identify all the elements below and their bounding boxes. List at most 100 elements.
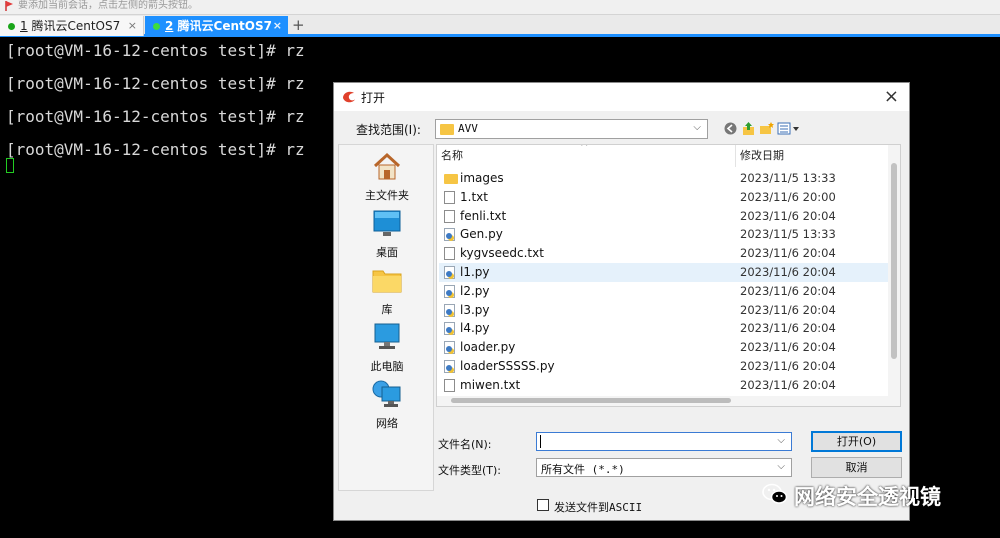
column-header-name[interactable]: 名称 <box>441 145 463 167</box>
view-menu-icon[interactable] <box>777 121 801 136</box>
file-name: images <box>460 171 504 185</box>
new-folder-icon[interactable] <box>759 121 774 136</box>
scrollbar-thumb[interactable] <box>451 398 731 403</box>
file-name: fenli.txt <box>460 208 507 223</box>
sort-ascending-icon: ^ <box>580 144 589 153</box>
file-name-input[interactable]: ⌵ <box>536 432 792 451</box>
file-modified-date: 2023/11/6 20:04 <box>740 340 836 355</box>
app-logo-icon <box>343 91 355 103</box>
file-modified-date: 2023/11/5 13:33 <box>740 227 836 242</box>
file-modified-date: 2023/11/5 13:33 <box>740 171 836 185</box>
file-type-value: 所有文件 (*.*) <box>541 463 625 476</box>
connected-status-icon <box>8 23 15 30</box>
place-desktop[interactable]: 桌面 <box>339 208 435 260</box>
navigation-toolbar <box>723 121 803 137</box>
file-row[interactable]: Gen.py 2023/11/5 13:33 <box>439 225 889 244</box>
column-header-date[interactable]: 修改日期 <box>740 145 784 167</box>
text-file-icon <box>444 378 455 392</box>
add-tab-button[interactable]: + <box>292 15 305 35</box>
cancel-button[interactable]: 取消 <box>811 457 902 478</box>
place-home[interactable]: 主文件夹 <box>339 151 435 203</box>
file-row[interactable]: loaderSSSSS.py 2023/11/6 20:04 <box>439 357 889 376</box>
tab-session-1[interactable]: 1 腾讯云CentOS7 × <box>0 16 144 36</box>
tab-label: 腾讯云CentOS7 <box>27 19 121 33</box>
file-modified-date: 2023/11/6 20:04 <box>740 283 836 298</box>
scrollbar-thumb[interactable] <box>891 163 897 359</box>
terminal-line: [root@VM-16-12-centos test]# rz <box>6 140 305 159</box>
watermark-text: 网络安全透视镜 <box>794 485 941 509</box>
tab-label: 腾讯云CentOS7 <box>173 19 272 33</box>
close-tab-icon[interactable]: × <box>273 16 282 36</box>
wechat-logo-icon <box>762 483 788 504</box>
text-file-icon <box>444 209 455 223</box>
folder-icon <box>440 124 454 135</box>
python-file-icon <box>444 266 455 279</box>
file-name: miwen.txt <box>460 377 521 392</box>
file-row[interactable]: l4.py 2023/11/6 20:04 <box>439 319 889 338</box>
file-row[interactable]: images 2023/11/5 13:33 <box>439 169 889 188</box>
place-label: 桌面 <box>376 246 398 259</box>
file-modified-date: 2023/11/6 20:04 <box>740 265 836 279</box>
look-in-dropdown[interactable]: AVV ⌵ <box>435 119 708 139</box>
look-in-label: 查找范围(I): <box>356 123 421 137</box>
home-icon <box>373 152 401 180</box>
file-modified-date: 2023/11/6 20:04 <box>740 359 836 373</box>
file-row[interactable]: l3.py 2023/11/6 20:04 <box>439 301 889 320</box>
chevron-down-icon[interactable]: ⌵ <box>777 435 785 446</box>
close-dialog-button[interactable]: × <box>884 86 899 107</box>
file-row[interactable]: miwen.txt 2023/11/6 20:04 <box>439 376 889 395</box>
place-network[interactable]: 网络 <box>339 379 435 431</box>
file-type-dropdown[interactable]: 所有文件 (*.*) ⌵ <box>536 458 792 477</box>
file-row[interactable]: loader.py 2023/11/6 20:04 <box>439 338 889 357</box>
file-modified-date: 2023/11/6 20:04 <box>740 246 836 261</box>
file-type-label: 文件类型(T): <box>438 464 502 477</box>
close-tab-icon[interactable]: × <box>128 16 137 36</box>
file-row[interactable]: l2.py 2023/11/6 20:04 <box>439 282 889 301</box>
text-file-icon <box>444 190 455 204</box>
file-modified-date: 2023/11/6 20:04 <box>740 208 836 223</box>
file-name-label: 文件名(N): <box>438 438 492 451</box>
session-tab-bar: 1 腾讯云CentOS7 × 2 腾讯云CentOS7 × + <box>0 15 1000 37</box>
file-row[interactable]: 1.txt 2023/11/6 20:00 <box>439 188 889 207</box>
place-label: 此电脑 <box>370 360 404 373</box>
column-separator[interactable] <box>735 145 736 167</box>
python-file-icon <box>444 284 455 298</box>
python-file-icon <box>444 303 455 317</box>
up-folder-icon[interactable] <box>741 121 756 136</box>
file-modified-date: 2023/11/6 20:04 <box>740 302 836 317</box>
library-icon <box>372 270 402 293</box>
computer-icon <box>374 323 400 349</box>
python-file-icon <box>444 360 455 373</box>
network-icon <box>372 380 401 407</box>
file-name: loaderSSSSS.py <box>460 359 555 373</box>
hint-bar: 要添加当前会话，点击左侧的箭头按钮。 <box>0 0 1000 15</box>
file-row[interactable]: fenli.txt 2023/11/6 20:04 <box>439 207 889 226</box>
open-button[interactable]: 打开(O) <box>811 431 902 452</box>
terminal-line: [root@VM-16-12-centos test]# rz <box>6 107 305 126</box>
horizontal-scrollbar[interactable] <box>437 396 890 406</box>
vertical-scrollbar[interactable] <box>888 145 900 406</box>
connected-status-icon <box>153 23 160 30</box>
place-label: 网络 <box>376 417 398 430</box>
file-row[interactable]: l1.py 2023/11/6 20:04 <box>439 263 889 282</box>
open-file-dialog: 打开 × 查找范围(I): AVV ⌵ 主文件夹 桌面 库 此电脑 网络 ^ 名… <box>333 82 910 521</box>
file-name: l3.py <box>460 302 490 317</box>
tab-number: 1 <box>20 19 28 33</box>
file-list[interactable]: ^ 名称 修改日期 images 2023/11/5 13:33 1.txt 2023… <box>436 144 901 407</box>
python-file-icon <box>444 341 455 355</box>
file-name: loader.py <box>460 340 516 355</box>
back-icon[interactable] <box>723 121 738 136</box>
place-library[interactable]: 库 <box>339 265 435 317</box>
file-row[interactable]: kygvseedc.txt 2023/11/6 20:04 <box>439 244 889 263</box>
file-modified-date: 2023/11/6 20:04 <box>740 377 836 392</box>
chevron-down-icon: ⌵ <box>693 122 701 133</box>
terminal-line: [root@VM-16-12-centos test]# rz <box>6 41 305 60</box>
send-ascii-checkbox[interactable] <box>537 499 549 511</box>
place-label: 主文件夹 <box>365 189 409 202</box>
desktop-icon <box>373 210 401 236</box>
file-modified-date: 2023/11/6 20:04 <box>740 321 836 336</box>
places-sidebar: 主文件夹 桌面 库 此电脑 网络 <box>338 144 434 491</box>
tab-session-2[interactable]: 2 腾讯云CentOS7 × <box>145 16 288 36</box>
place-this-pc[interactable]: 此电脑 <box>339 322 435 374</box>
place-label: 库 <box>381 303 393 316</box>
